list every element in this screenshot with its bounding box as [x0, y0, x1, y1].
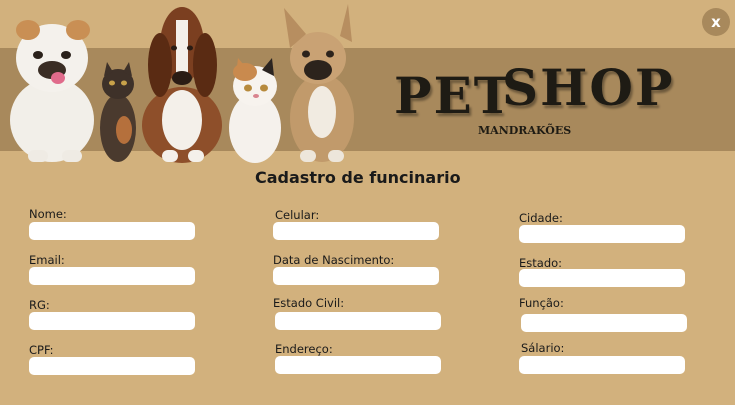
french-bulldog-image: [284, 4, 354, 162]
celular-input[interactable]: [273, 222, 439, 240]
funcao-label: Função:: [519, 296, 564, 310]
celular-label: Celular:: [275, 208, 320, 222]
title-part-2: SHOP: [502, 58, 675, 117]
nome-label: Nome:: [29, 207, 67, 221]
white-cat-image: [229, 58, 281, 163]
form-heading: Cadastro de funcinario: [255, 168, 461, 187]
rg-input[interactable]: [29, 312, 195, 330]
estado-input[interactable]: [519, 269, 685, 287]
basset-hound-image: [142, 7, 222, 163]
cpf-input[interactable]: [29, 357, 195, 375]
cpf-label: CPF:: [29, 343, 54, 357]
data-nascimento-label: Data de Nascimento:: [273, 253, 395, 267]
cidade-input[interactable]: [519, 225, 685, 243]
store-subtitle: MANDRAKÕES: [478, 124, 572, 137]
data-nascimento-input[interactable]: [273, 267, 439, 285]
tortoiseshell-cat-image: [100, 62, 136, 162]
estado-civil-label: Estado Civil:: [273, 296, 345, 310]
salario-label: Sálario:: [521, 341, 565, 355]
cidade-label: Cidade:: [519, 211, 563, 225]
salario-input[interactable]: [519, 356, 685, 374]
endereco-label: Endereço:: [275, 342, 333, 356]
email-label: Email:: [29, 253, 65, 267]
title-part-1: PET: [394, 66, 513, 125]
nome-input[interactable]: [29, 222, 195, 240]
close-button[interactable]: x: [702, 8, 730, 36]
email-input[interactable]: [29, 267, 195, 285]
estado-civil-input[interactable]: [275, 312, 441, 330]
funcao-input[interactable]: [521, 314, 687, 332]
close-icon: x: [711, 13, 721, 31]
pets-illustration: [10, 4, 354, 163]
pet-shop-title: PET SHOP: [392, 50, 682, 125]
rg-label: RG:: [29, 298, 50, 312]
bulldog-image: [10, 20, 94, 162]
estado-label: Estado:: [519, 256, 563, 270]
endereco-input[interactable]: [275, 356, 441, 374]
